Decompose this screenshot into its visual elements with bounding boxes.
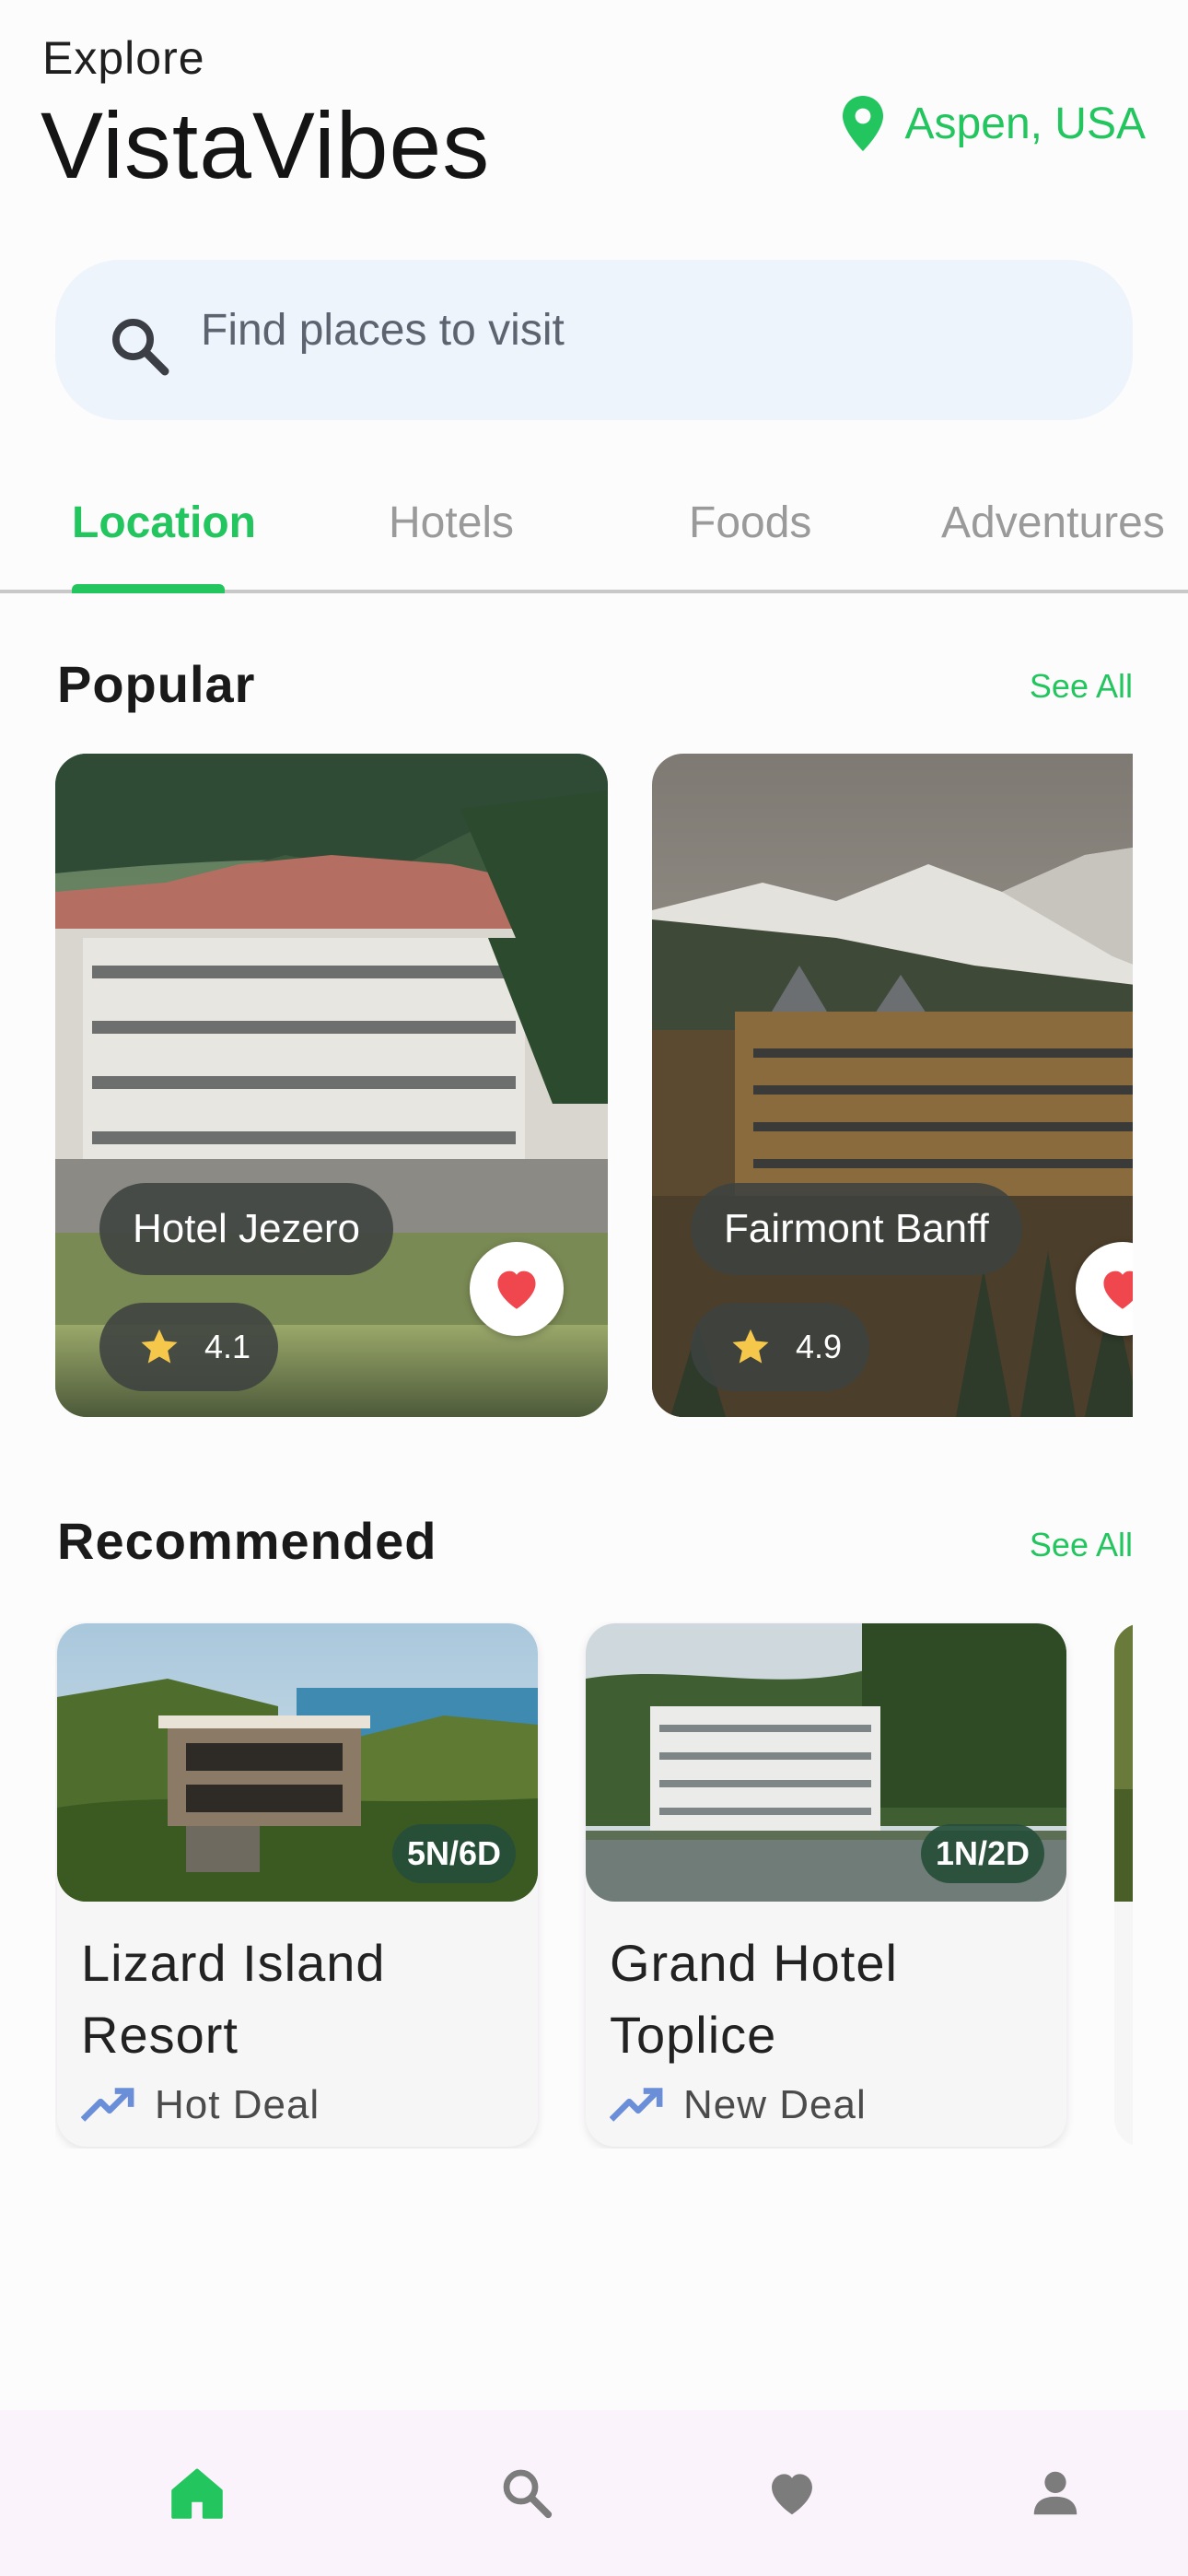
map-pin-icon — [842, 96, 883, 151]
rating-badge: 4.9 — [691, 1303, 869, 1391]
heart-icon — [1103, 1270, 1133, 1309]
tab-adventures[interactable]: Adventures — [941, 498, 1165, 548]
resort-photo — [1114, 1623, 1133, 1902]
deal-tag: New Deal — [610, 2082, 867, 2128]
tab-hotels[interactable]: Hotels — [389, 498, 514, 548]
location-label: Aspen, USA — [904, 99, 1146, 148]
duration-badge: 1N/2D — [920, 1824, 1044, 1883]
recommended-card[interactable]: 1N/2D Grand Hotel Toplice New Deal — [586, 1623, 1066, 2147]
nav-profile[interactable] — [1009, 2447, 1101, 2539]
hotel-name-badge: Hotel Jezero — [99, 1183, 394, 1275]
active-tab-indicator — [72, 584, 225, 593]
deal-label: Hot Deal — [155, 2082, 320, 2127]
rating-value: 4.1 — [204, 1328, 251, 1365]
recommended-card-peek[interactable] — [1114, 1623, 1133, 2147]
rating-value: 4.9 — [796, 1328, 843, 1365]
explore-screen: Explore VistaVibes Aspen, USA Location H… — [0, 0, 1188, 2576]
nav-favorites[interactable] — [746, 2447, 838, 2539]
search-icon — [503, 2469, 553, 2519]
popular-section-title: Popular — [57, 655, 256, 713]
rating-badge: 4.1 — [99, 1303, 278, 1391]
location-selector[interactable]: Aspen, USA — [841, 96, 1146, 151]
tab-foods[interactable]: Foods — [689, 498, 811, 548]
app-title: VistaVibes — [41, 93, 491, 198]
popular-card[interactable]: Fairmont Banff 4.9 — [652, 754, 1133, 1417]
profile-icon — [1033, 2471, 1077, 2515]
deal-label: New Deal — [683, 2082, 867, 2127]
heart-icon — [497, 1270, 536, 1309]
star-icon — [141, 1329, 178, 1364]
recommended-section-title: Recommended — [57, 1512, 437, 1570]
trending-up-icon — [610, 2088, 663, 2122]
category-tabs: Location Hotels Foods Adventures — [0, 470, 1188, 593]
recommended-see-all-link[interactable]: See All — [1030, 1526, 1133, 1564]
recommended-carousel[interactable]: 5N/6D Lizard Island Resort Hot Deal 1N/2… — [55, 1622, 1133, 2149]
hotel-name-badge: Fairmont Banff — [691, 1183, 1022, 1275]
explore-label: Explore — [42, 32, 205, 84]
nav-search[interactable] — [481, 2447, 573, 2539]
bottom-navigation — [0, 2410, 1188, 2576]
duration-badge: 5N/6D — [391, 1824, 516, 1883]
popular-card[interactable]: Hotel Jezero 4.1 — [55, 754, 608, 1417]
tab-location[interactable]: Location — [72, 498, 256, 548]
recommended-card[interactable]: 5N/6D Lizard Island Resort Hot Deal — [57, 1623, 538, 2147]
resort-title: Grand Hotel Toplice — [610, 1934, 898, 2064]
search-input[interactable] — [201, 304, 1030, 356]
trending-up-icon — [81, 2088, 134, 2122]
popular-see-all-link[interactable]: See All — [1030, 667, 1133, 706]
deal-tag: Hot Deal — [81, 2082, 320, 2128]
home-icon — [171, 2468, 223, 2519]
search-icon — [112, 319, 169, 376]
search-bar[interactable] — [55, 260, 1133, 420]
heart-icon — [772, 2474, 812, 2515]
resort-title: Lizard Island Resort — [81, 1934, 386, 2064]
star-icon — [732, 1329, 769, 1364]
popular-carousel[interactable]: Hotel Jezero 4.1 Fairmont Banff 4.9 — [55, 754, 1133, 1419]
nav-home[interactable] — [151, 2447, 243, 2539]
favorite-button[interactable] — [470, 1242, 564, 1336]
